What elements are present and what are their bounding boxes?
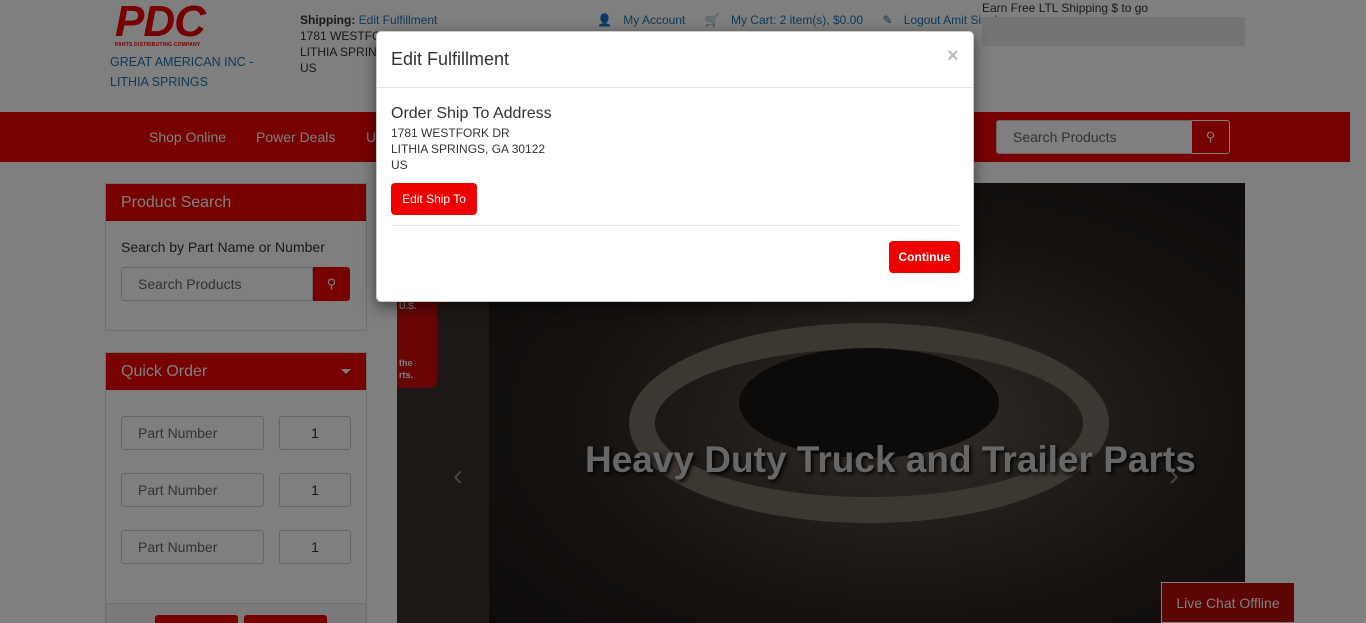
- modal-divider: [391, 225, 959, 226]
- edit-ship-to-button[interactable]: Edit Ship To: [391, 183, 477, 215]
- address-line1: 1781 WESTFORK DR: [391, 126, 510, 140]
- address-line3: US: [391, 158, 408, 172]
- address-title: Order Ship To Address: [391, 105, 552, 122]
- modal-title: Edit Fulfillment: [391, 49, 510, 69]
- modal-divider: [377, 87, 973, 88]
- close-icon[interactable]: ×: [947, 45, 959, 68]
- continue-button[interactable]: Continue: [889, 241, 960, 273]
- address-line2: LITHIA SPRINGS, GA 30122: [391, 142, 546, 156]
- edit-fulfillment-modal: Edit Fulfillment × Order Ship To Address…: [376, 31, 974, 302]
